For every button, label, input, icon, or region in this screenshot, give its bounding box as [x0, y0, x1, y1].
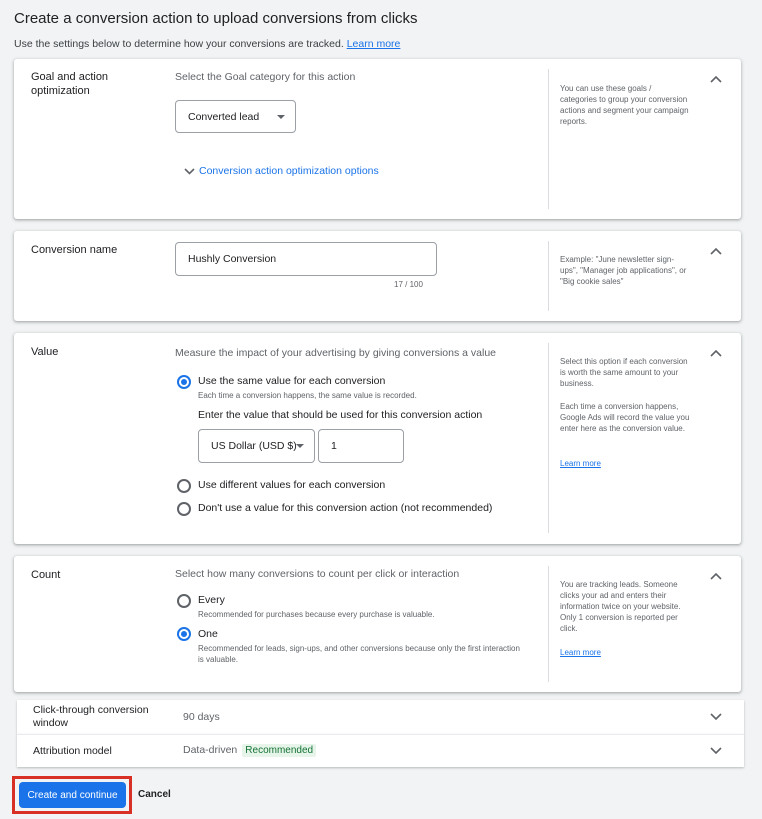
- dropdown-caret-icon: [296, 444, 304, 448]
- value-learn-more-link[interactable]: Learn more: [560, 459, 601, 468]
- optimization-options-label: Conversion action optimization options: [199, 165, 379, 177]
- conversion-name-divider: [548, 241, 549, 311]
- click-through-label: Click-through conversion window: [33, 704, 149, 729]
- different-values-radio[interactable]: [177, 479, 191, 493]
- count-learn-more-link[interactable]: Learn more: [560, 648, 601, 657]
- chevron-down-icon: [710, 713, 722, 721]
- value-divider: [548, 343, 549, 533]
- recommended-badge: Recommended: [242, 744, 317, 757]
- value-help-text-1: Select this option if each conversion is…: [560, 357, 688, 388]
- learn-more-link[interactable]: Learn more: [347, 38, 401, 50]
- attribution-value-wrap: Data-driven Recommended: [183, 744, 317, 757]
- goal-category-value: Converted lead: [188, 110, 260, 123]
- different-values-label[interactable]: Use different values for each conversion: [198, 479, 385, 491]
- no-value-label[interactable]: Don't use a value for this conversion ac…: [198, 502, 492, 514]
- goal-collapse-button[interactable]: [710, 75, 722, 83]
- chevron-up-icon: [710, 75, 722, 83]
- conversion-name-label: Conversion name: [31, 244, 118, 256]
- optimization-options-link[interactable]: Conversion action optimization options: [184, 165, 379, 177]
- attribution-row[interactable]: Attribution model Data-driven Recommended: [17, 734, 744, 767]
- count-one-description: Recommended for leads, sign-ups, and oth…: [198, 644, 520, 664]
- count-hint: Select how many conversions to count per…: [175, 568, 460, 580]
- value-amount-input[interactable]: 1: [318, 429, 404, 463]
- attribution-expand-button[interactable]: [710, 747, 722, 755]
- currency-value: US Dollar (USD $): [211, 440, 297, 452]
- conversion-name-help-text: Example: "June newsletter sign-ups", "Ma…: [560, 255, 687, 286]
- count-one-radio[interactable]: [177, 627, 191, 641]
- attribution-label: Attribution model: [33, 745, 112, 757]
- goal-hint: Select the Goal category for this action: [175, 71, 356, 83]
- enter-value-label: Enter the value that should be used for …: [198, 409, 483, 421]
- value-collapse-button[interactable]: [710, 349, 722, 357]
- goal-label: Goal and action optimization: [31, 71, 109, 97]
- chevron-up-icon: [710, 349, 722, 357]
- value-hint: Measure the impact of your advertising b…: [175, 347, 496, 359]
- cancel-button[interactable]: Cancel: [138, 789, 171, 800]
- value-card: Value Measure the impact of your adverti…: [14, 333, 741, 544]
- chevron-down-icon: [184, 167, 195, 175]
- chevron-up-icon: [710, 247, 722, 255]
- chevron-up-icon: [710, 572, 722, 580]
- count-help-text: You are tracking leads. Someone clicks y…: [560, 580, 681, 633]
- page-subtitle: Use the settings below to determine how …: [14, 38, 400, 50]
- attribution-value: Data-driven: [183, 744, 238, 756]
- chevron-down-icon: [710, 747, 722, 755]
- value-help-text-2: Each time a conversion happens, Google A…: [560, 402, 690, 433]
- count-one-label[interactable]: One: [198, 628, 218, 640]
- count-card: Count Select how many conversions to cou…: [14, 556, 741, 692]
- value-label: Value: [31, 346, 59, 358]
- page-subtitle-text: Use the settings below to determine how …: [14, 38, 344, 50]
- conversion-name-collapse-button[interactable]: [710, 247, 722, 255]
- currency-select[interactable]: US Dollar (USD $): [198, 429, 315, 463]
- goal-help-text: You can use these goals / categories to …: [560, 84, 689, 126]
- goal-card: Goal and action optimization Select the …: [14, 59, 741, 219]
- same-value-description: Each time a conversion happens, the same…: [198, 391, 417, 400]
- create-and-continue-button[interactable]: Create and continue: [19, 782, 126, 808]
- conversion-name-input[interactable]: Hushly Conversion: [175, 242, 437, 276]
- page-title: Create a conversion action to upload con…: [14, 10, 418, 27]
- conversion-name-card: Conversion name Hushly Conversion 17 / 1…: [14, 231, 741, 321]
- click-through-value: 90 days: [183, 711, 220, 723]
- count-label: Count: [31, 569, 61, 581]
- count-every-label[interactable]: Every: [198, 594, 225, 606]
- click-through-expand-button[interactable]: [710, 713, 722, 721]
- count-every-radio[interactable]: [177, 594, 191, 608]
- goal-category-select[interactable]: Converted lead: [175, 100, 296, 133]
- count-every-description: Recommended for purchases because every …: [198, 610, 435, 619]
- click-through-row[interactable]: Click-through conversion window 90 days: [17, 700, 744, 734]
- goal-divider: [548, 69, 549, 209]
- no-value-radio[interactable]: [177, 502, 191, 516]
- count-divider: [548, 566, 549, 682]
- count-collapse-button[interactable]: [710, 572, 722, 580]
- dropdown-caret-icon: [277, 114, 285, 119]
- same-value-radio[interactable]: [177, 375, 191, 389]
- same-value-label[interactable]: Use the same value for each conversion: [198, 375, 385, 387]
- conversion-name-counter: 17 / 100: [394, 280, 423, 289]
